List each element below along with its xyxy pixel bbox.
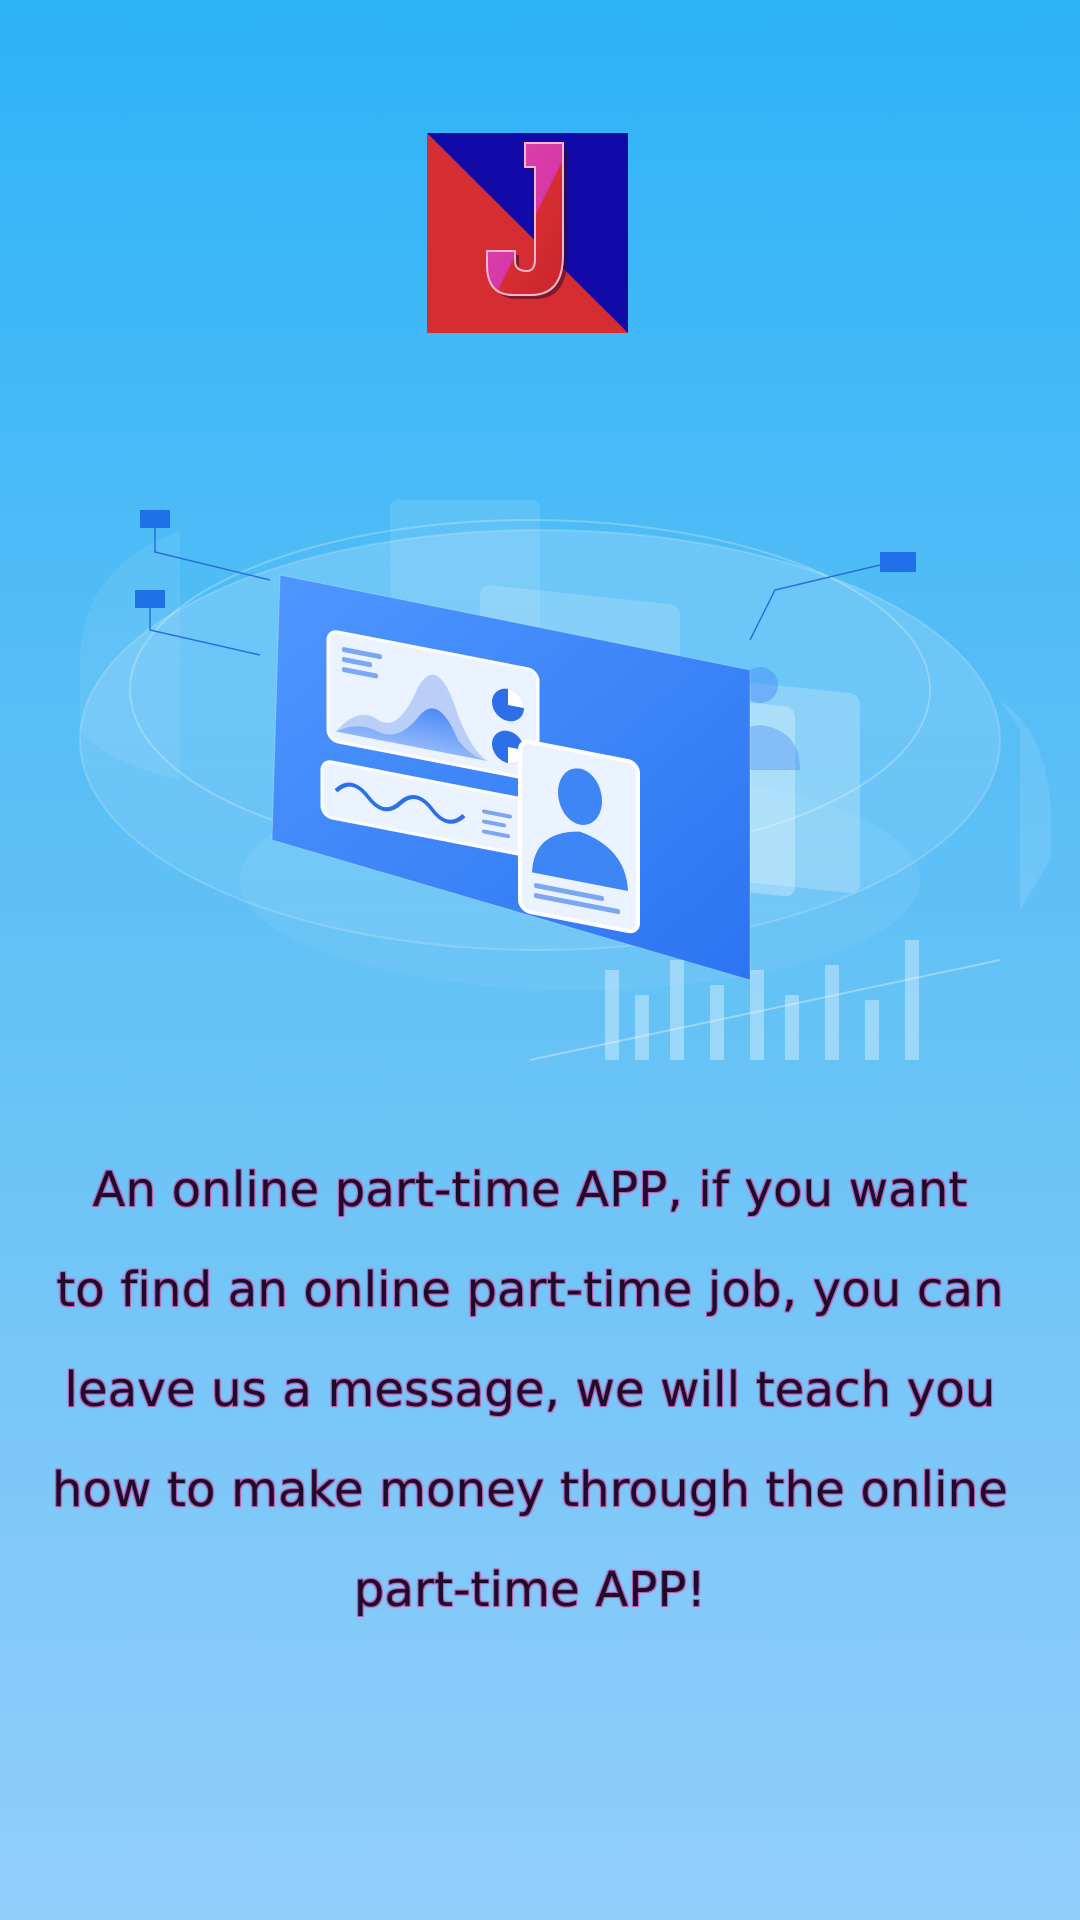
intro-message-line: leave us a message, we will teach you [64,1362,996,1418]
app-logo-icon: J [427,133,628,333]
dashboard-illustration-icon [60,440,1060,1120]
intro-message-line: how to make money through the online [51,1462,1009,1518]
splash-screen: J [0,0,1080,1920]
logo-graphic: J [427,133,628,333]
intro-message-line: part-time APP! [353,1562,707,1618]
intro-message-line: to find an online part-time job, you can [56,1262,1004,1318]
intro-message: An online part-time APP, if you want to … [30,1140,1030,1640]
intro-message-line: An online part-time APP, if you want [92,1162,968,1218]
